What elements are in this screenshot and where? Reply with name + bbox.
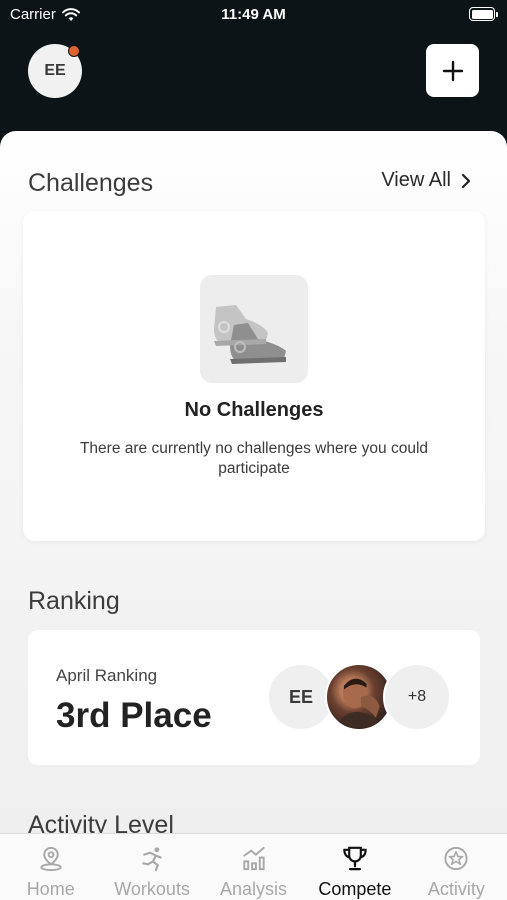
challenges-empty-card: No Challenges There are currently no cha…	[23, 211, 485, 541]
tab-home-label: Home	[26, 879, 75, 899]
add-button[interactable]	[426, 44, 479, 97]
view-all-label: View All	[381, 169, 451, 191]
empty-state-title: No Challenges	[184, 399, 324, 421]
tab-workouts[interactable]: Workouts	[101, 834, 202, 900]
profile-initials: EE	[44, 62, 66, 79]
view-all-link[interactable]: View All	[381, 169, 471, 192]
tab-activity[interactable]: Activity	[406, 834, 507, 900]
battery-icon	[469, 7, 498, 21]
tab-analysis[interactable]: Analysis	[203, 834, 304, 900]
clock: 11:49 AM	[221, 6, 286, 23]
sneaker-icon	[200, 275, 308, 383]
tab-compete-label: Compete	[318, 879, 392, 899]
bar-chart-icon	[242, 846, 265, 871]
tab-bar: Home Workouts Analysis Compete Activity	[0, 833, 507, 900]
challenges-heading: Challenges	[28, 169, 154, 197]
profile-avatar[interactable]: EE	[28, 44, 82, 98]
ranking-place: 3rd Place	[56, 696, 212, 735]
plus-icon	[442, 60, 463, 81]
trophy-icon	[343, 846, 367, 871]
empty-state-description: There are currently no challenges where …	[79, 440, 429, 477]
ranking-month-label: April Ranking	[56, 666, 158, 685]
notification-dot	[68, 45, 80, 57]
ranking-more-count: +8	[383, 663, 451, 731]
content-sheet: Challenges View All No Challenges There …	[0, 131, 507, 900]
status-bar: Carrier 11:49 AM	[0, 0, 507, 30]
ranking-avatar-group: EE +8	[267, 663, 451, 731]
ranking-card[interactable]: April Ranking 3rd Place EE +8	[28, 630, 480, 765]
chevron-right-icon	[461, 173, 471, 188]
location-pin-icon	[40, 846, 62, 872]
ranking-heading: Ranking	[28, 587, 120, 615]
star-badge-icon	[444, 846, 468, 871]
tab-analysis-label: Analysis	[220, 879, 288, 899]
ranking-avatar-initials-text: EE	[288, 686, 313, 707]
runner-icon	[142, 847, 162, 872]
tab-home[interactable]: Home	[0, 834, 101, 900]
tab-activity-label: Activity	[427, 879, 485, 899]
tab-compete[interactable]: Compete	[304, 834, 405, 900]
ranking-more-label: +8	[407, 688, 427, 705]
tab-workouts-label: Workouts	[114, 879, 190, 899]
